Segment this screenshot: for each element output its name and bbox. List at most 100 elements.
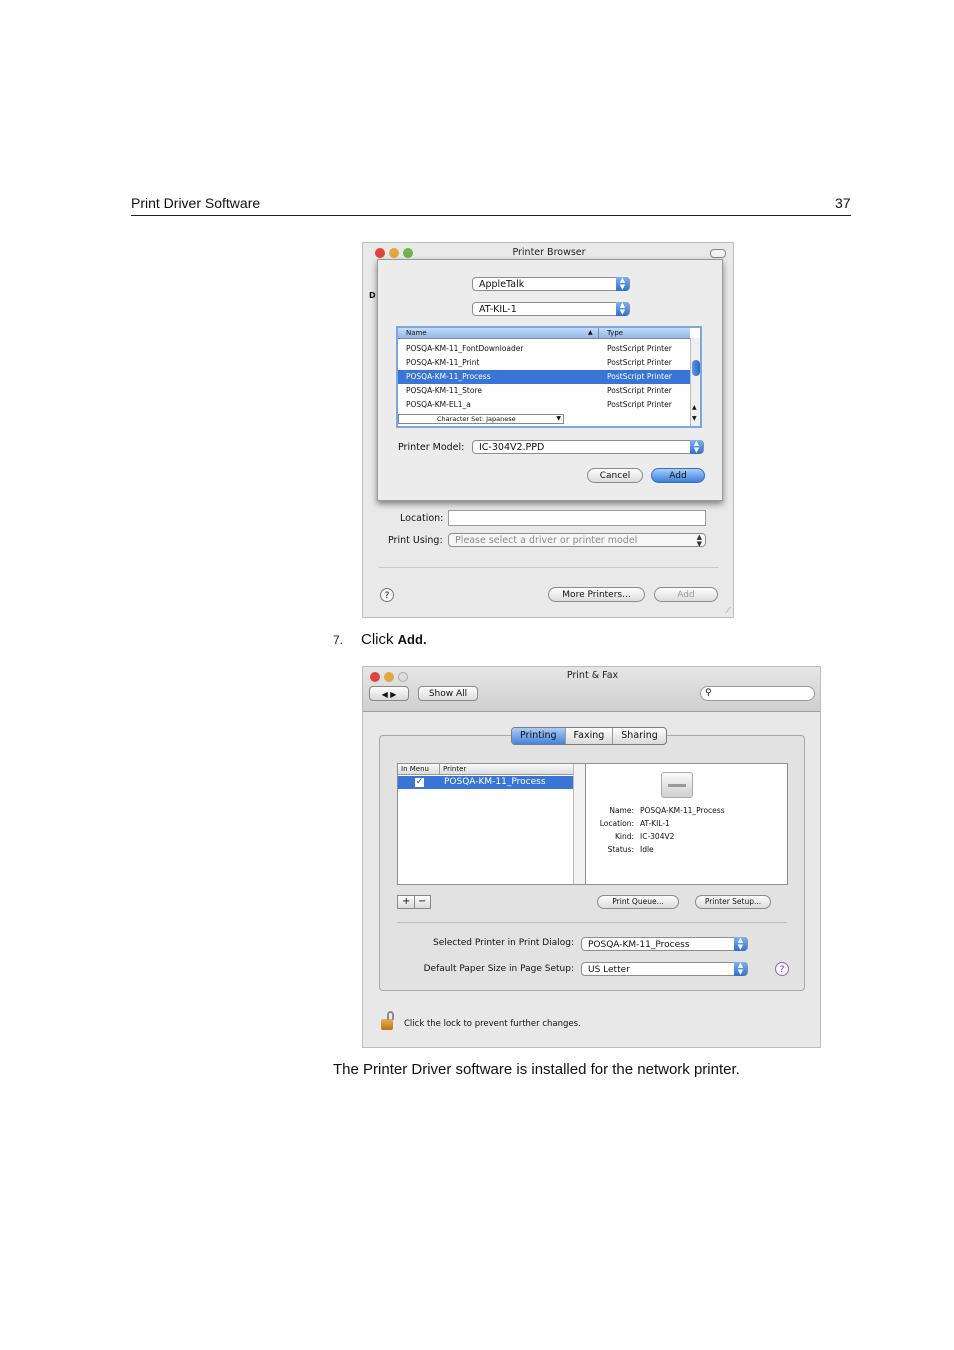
zone-popup[interactable]: AT-KIL-1 ▲ ▼: [472, 302, 630, 316]
tab-faxing[interactable]: Faxing: [566, 728, 614, 744]
printer-name: POSQA-KM-11_Process: [406, 372, 491, 381]
detail-value: POSQA-KM-11_Process: [640, 806, 725, 815]
running-header-title: Print Driver Software: [131, 195, 261, 211]
printer-setup-button[interactable]: Printer Setup...: [695, 895, 771, 909]
tab-printing[interactable]: Printing: [512, 728, 566, 744]
window-title: Print & Fax: [566, 670, 619, 681]
back-arrow-icon[interactable]: ◀: [382, 690, 388, 699]
printer-name: POSQA-KM-11_Store: [406, 386, 482, 395]
column-divider: [439, 764, 440, 774]
selected-printer-value: POSQA-KM-11_Process: [588, 940, 690, 950]
sort-arrow-icon: ▲: [588, 329, 593, 336]
printer-name: POSQA-KM-11_Print: [406, 358, 480, 367]
help-button[interactable]: ?: [380, 588, 394, 602]
detail-key: Kind:: [614, 832, 634, 841]
scroll-thumb[interactable]: [692, 360, 700, 376]
side-letter: D: [369, 291, 376, 300]
page-number: 37: [835, 195, 851, 211]
list-item[interactable]: POSQA-KM-11_Print PostScript Printer: [398, 356, 690, 370]
scroll-up-arrow-icon[interactable]: ▲: [692, 404, 697, 411]
selected-printer-popup[interactable]: POSQA-KM-11_Process ▲ ▼: [581, 937, 748, 951]
tab-sharing[interactable]: Sharing: [613, 728, 665, 744]
cancel-button[interactable]: Cancel: [587, 468, 643, 483]
detail-value: IC-304V2: [640, 832, 675, 841]
step-number: 7.: [333, 633, 344, 647]
printer-icon: [661, 772, 693, 798]
help-button[interactable]: ?: [775, 962, 789, 976]
printer-type: PostScript Printer: [607, 372, 672, 381]
print-using-popup[interactable]: Please select a driver or printer model …: [448, 533, 706, 548]
connection-popup[interactable]: AppleTalk ▲ ▼: [472, 277, 630, 291]
popup-arrows-icon: ▲ ▼: [690, 440, 703, 454]
lock-icon[interactable]: [379, 1011, 397, 1031]
list-item[interactable]: POSQA-KM-11_FontDownloader PostScript Pri…: [398, 342, 690, 356]
zone-value: AT-KIL-1: [479, 304, 517, 315]
printer-model-label: Printer Model:: [398, 442, 465, 453]
detail-value: AT-KIL-1: [640, 819, 670, 828]
column-header-type[interactable]: Type: [607, 328, 623, 338]
printer-name: POSQA-KM-11_FontDownloader: [406, 344, 524, 353]
paper-size-label: Default Paper Size in Page Setup:: [423, 964, 574, 974]
chevron-down-icon: ▼: [556, 415, 561, 422]
toolbar-toggle-button[interactable]: [710, 249, 726, 258]
printer-name: POSQA-KM-EL1_a: [406, 400, 471, 409]
search-icon: ⚲: [705, 688, 712, 698]
printer-model-popup[interactable]: IC-304V2.PPD ▲ ▼: [472, 440, 704, 454]
back-forward-buttons[interactable]: ◀ ▶: [369, 686, 409, 701]
step-text: Click Add.: [361, 631, 427, 648]
printer-type: PostScript Printer: [607, 358, 672, 367]
step-verb: Click: [361, 631, 394, 648]
printer-browser-sheet: AppleTalk ▲ ▼ AT-KIL-1 ▲ ▼ Name ▲ Type POS…: [377, 259, 723, 501]
printer-info-panel: Name: POSQA-KM-11_Process Location: AT-KIL…: [585, 763, 788, 885]
printer-browser-screenshot: Printer Browser D AppleTalk ▲ ▼ AT-KIL-1 …: [362, 242, 734, 618]
in-menu-checkbox[interactable]: ✓: [415, 778, 424, 787]
resize-grip-icon[interactable]: ⟋: [725, 606, 731, 616]
column-header-name[interactable]: Name: [406, 328, 427, 338]
detail-key: Status:: [607, 845, 634, 854]
column-divider: [598, 328, 599, 338]
printer-type: PostScript Printer: [607, 400, 672, 409]
popup-arrows-icon: ▲ ▼: [616, 302, 629, 316]
charset-value: Character Set: Japanese: [437, 415, 516, 423]
location-field[interactable]: [448, 510, 706, 526]
add-remove-buttons: + −: [397, 895, 431, 909]
forward-arrow-icon[interactable]: ▶: [390, 690, 396, 699]
add-printer-button[interactable]: +: [402, 896, 410, 908]
detail-value: Idle: [640, 845, 654, 854]
paper-size-value: US Letter: [588, 965, 630, 975]
printer-type: PostScript Printer: [607, 386, 672, 395]
show-all-button[interactable]: Show All: [418, 686, 478, 701]
printer-list[interactable]: Name ▲ Type POSQA-KM-11_FontDownloader Po…: [396, 326, 702, 428]
column-header-printer[interactable]: Printer: [443, 764, 466, 774]
print-using-label: Print Using:: [388, 535, 443, 546]
paper-size-popup[interactable]: US Letter ▲ ▼: [581, 962, 748, 976]
list-scrollbar[interactable]: ▲ ▼: [690, 338, 700, 426]
table-row-selected[interactable]: ✓ POSQA-KM-11_Process: [398, 776, 573, 789]
add-disabled-button[interactable]: Add: [654, 587, 718, 602]
popup-arrows-icon: ▲ ▼: [734, 937, 747, 951]
tab-bar: Printing Faxing Sharing: [511, 727, 667, 745]
table-scrollbar[interactable]: [573, 764, 585, 884]
charset-popup[interactable]: Character Set: Japanese ▼: [398, 414, 564, 424]
column-header-in-menu[interactable]: In Menu: [401, 764, 429, 774]
popup-arrows-icon: ▲ ▼: [696, 533, 702, 548]
scroll-down-arrow-icon[interactable]: ▼: [692, 415, 697, 422]
printer-type: PostScript Printer: [607, 344, 672, 353]
list-header: Name ▲ Type: [398, 328, 690, 339]
popup-arrows-icon: ▲ ▼: [616, 277, 629, 291]
remove-printer-button[interactable]: −: [418, 896, 426, 908]
list-item-selected[interactable]: POSQA-KM-11_Process PostScript Printer: [398, 370, 690, 384]
window-title: Printer Browser: [512, 247, 586, 258]
list-item[interactable]: POSQA-KM-11_Store PostScript Printer: [398, 384, 690, 398]
add-button[interactable]: Add: [651, 468, 705, 483]
more-printers-button[interactable]: More Printers...: [548, 587, 645, 602]
print-fax-screenshot: Print & Fax ◀ ▶ Show All ⚲ Printing Faxi…: [362, 666, 821, 1048]
lock-text: Click the lock to prevent further change…: [404, 1019, 581, 1029]
printer-table[interactable]: In Menu Printer ✓ POSQA-KM-11_Process: [397, 763, 585, 885]
list-item[interactable]: POSQA-KM-EL1_a PostScript Printer: [398, 398, 690, 412]
connection-value: AppleTalk: [479, 279, 525, 290]
search-input[interactable]: ⚲: [700, 686, 815, 701]
result-text: The Printer Driver software is installed…: [333, 1061, 740, 1078]
detail-key: Name:: [609, 806, 634, 815]
print-queue-button[interactable]: Print Queue...: [597, 895, 679, 909]
